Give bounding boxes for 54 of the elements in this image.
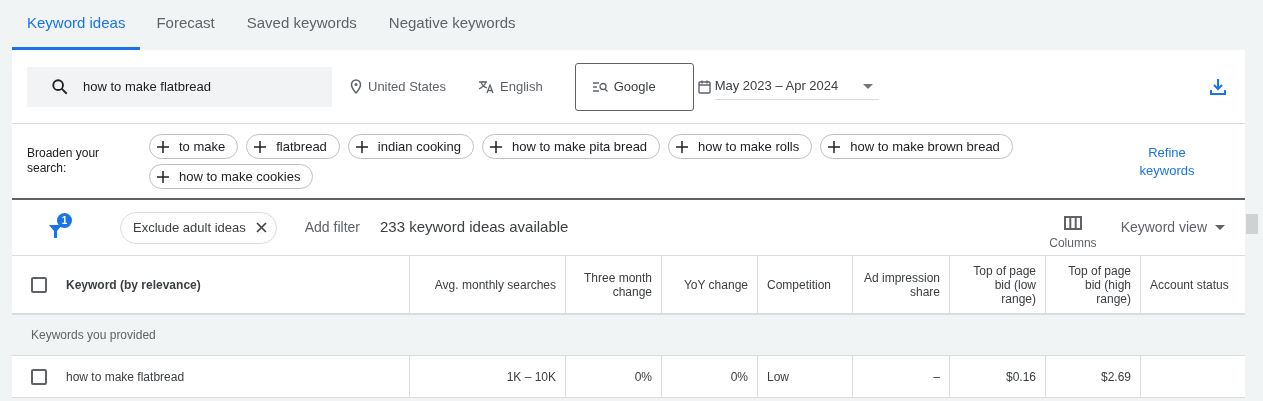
language-button[interactable]: English [478,76,543,97]
column-header[interactable]: Three month change [575,270,652,299]
filter-icon[interactable] [48,223,63,239]
table-cell-text: $0.16 [1005,368,1036,386]
plus-icon [676,140,689,153]
table-cell-text: 0% [730,368,748,386]
column-header[interactable]: Account status [1150,277,1229,292]
broaden-label: Broaden your search: [27,145,101,177]
column-header[interactable]: Top of page bid (low range) [959,263,1036,306]
column-header[interactable]: Top of page bid (high range) [1055,263,1131,306]
translate-icon [478,79,495,94]
calendar-icon [697,79,711,94]
dropdown-arrow-icon [1215,225,1225,230]
column-header[interactable]: Competition [767,277,832,292]
search-field[interactable]: how to make flatbread [27,66,332,107]
plus-icon [157,140,169,153]
tab[interactable]: Forecast [140,0,231,50]
column-header[interactable]: Avg. monthly searches [434,277,556,292]
add-filter-button[interactable]: Add filter [304,217,360,238]
tab[interactable]: Negative keywords [372,0,532,50]
location-button[interactable]: United States [350,76,447,97]
column-header[interactable]: YoY change [683,277,748,292]
checkbox[interactable] [31,276,47,293]
close-icon[interactable] [255,222,267,233]
table-cell-text: $2.69 [1100,368,1131,386]
count-badge: 1 [57,212,72,228]
filter-search-icon [591,81,608,92]
keyword-count: 233 keyword ideas available [380,217,569,238]
download-icon [1209,77,1227,96]
table-cell-text: – [933,368,940,386]
location-pin-icon [350,79,362,94]
search-icon [51,77,69,96]
table-cell-text: how to make flatbread [66,368,185,386]
columns-icon [1063,215,1082,230]
checkbox[interactable] [31,368,47,385]
plus-icon [157,170,169,183]
scrollbar[interactable] [1246,214,1258,234]
plus-icon [254,140,267,153]
group-label: Keywords you provided [31,327,156,344]
column-header[interactable]: Keyword (by relevance) [66,277,201,292]
refine-keywords-link[interactable]: Refine keywords [1127,144,1207,180]
plus-icon [355,140,368,153]
columns-button[interactable]: Columns [1049,215,1097,252]
table-cell-text: 0% [634,368,652,386]
tab[interactable]: Saved keywords [230,0,373,50]
column-header[interactable]: Ad impression share [862,270,940,299]
table-cell-text: 1K – 10K [506,368,556,386]
network-button[interactable]: Google [574,62,694,111]
plus-icon [489,140,502,153]
date-range-dropdown[interactable]: May 2023 – Apr 2024 [714,73,879,100]
table-cell-text: Low [767,368,789,386]
plus-icon [828,140,841,153]
keyword-view-dropdown[interactable]: Keyword view [1120,217,1225,238]
dropdown-arrow-icon [862,83,873,89]
